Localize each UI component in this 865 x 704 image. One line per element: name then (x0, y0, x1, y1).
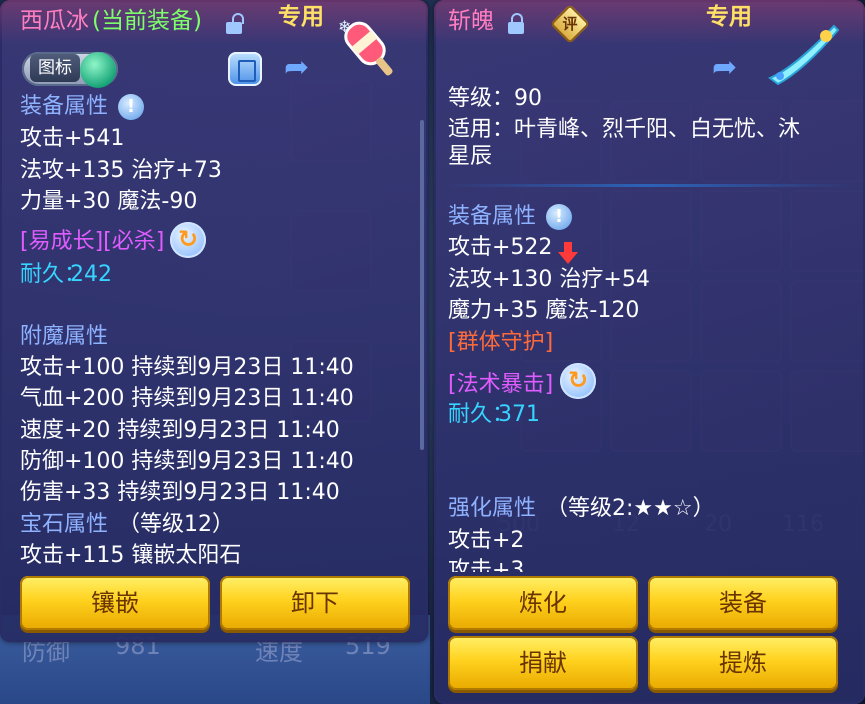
icon-toggle[interactable]: 图标 (22, 52, 118, 88)
attr-line: 魔力+35 魔法-120 (448, 298, 640, 323)
inlay-button[interactable]: 镶嵌 (20, 576, 210, 630)
scrollbar[interactable] (420, 120, 424, 450)
attr-line: 法攻+130 治疗+54 (448, 267, 650, 292)
item-name: 斩魄 (448, 8, 494, 34)
compare-item-panel: 斩魄 评 专用 ➦ 等级：90 适用：叶青峰、烈千阳、白无忧、沐 星辰 装备属性… (434, 0, 865, 704)
share-icon[interactable]: ➦ (712, 53, 746, 83)
book-icon[interactable] (228, 52, 262, 86)
attr-line: 攻击+541 (20, 126, 125, 151)
info-icon[interactable]: ! (546, 204, 572, 230)
enchant-line: 伤害+33 持续到9月23日 11:40 (20, 480, 340, 505)
info-icon[interactable]: ! (118, 94, 144, 120)
divider (444, 184, 854, 187)
attribute-scroll-area[interactable]: 装备属性 ! 攻击+541 法攻+135 治疗+73 力量+30 魔法-90 [… (0, 88, 428, 570)
toggle-knob (80, 52, 116, 88)
section-equip-attr: 装备属性 (20, 94, 109, 119)
durability-value: 242 (70, 262, 112, 287)
equip-button[interactable]: 装备 (648, 576, 838, 630)
level-line: 等级：90 (448, 86, 542, 111)
ice-lolly-item-icon: ❄ (338, 17, 393, 76)
enchant-line: 攻击+100 持续到9月23日 11:40 (20, 355, 354, 380)
refresh-icon[interactable]: ↻ (170, 222, 206, 258)
donate-button[interactable]: 捐献 (448, 636, 638, 690)
enhance-line: 攻击+2 (448, 528, 525, 553)
gem-level: （等级12） (118, 512, 234, 537)
equip-status: (当前装备) (92, 8, 202, 34)
enhance-line: 攻击+3 (448, 558, 525, 572)
equipped-item-panel: 西瓜冰 (当前装备) 专用 ❄ 图标 ➦ 装备属性 ! 攻击+541 法攻+13… (0, 0, 428, 642)
lock-icon[interactable] (508, 13, 524, 34)
enchant-line: 防御+100 持续到9月23日 11:40 (20, 449, 354, 474)
svg-text:❄: ❄ (338, 17, 351, 36)
unequip-button[interactable]: 卸下 (220, 576, 410, 630)
share-icon[interactable]: ➦ (284, 53, 318, 83)
special-effects: [易成长][必杀] (20, 229, 165, 254)
enchant-line: 速度+20 持续到9月23日 11:40 (20, 418, 340, 443)
section-enchant-attr: 附魔属性 (20, 324, 109, 349)
suitable-line: 适用：叶青峰、烈千阳、白无忧、沐 (448, 117, 801, 142)
exclusive-label: 专用 (706, 4, 752, 30)
section-gem-attr: 宝石属性 (20, 512, 109, 537)
enchant-line: 气血+200 持续到9月23日 11:40 (20, 386, 354, 411)
gem-line: 攻击+115 镶嵌太阳石 (20, 543, 242, 568)
item-name: 西瓜冰 (20, 8, 89, 34)
sword-item-icon (768, 24, 840, 86)
attr-line: 力量+30 魔法-90 (20, 189, 198, 214)
durability-value: 371 (498, 402, 540, 427)
section-enhance-attr: 强化属性 (448, 496, 537, 521)
attr-line: 法攻+135 治疗+73 (20, 158, 222, 183)
unlock-icon[interactable] (226, 13, 244, 34)
section-equip-attr: 装备属性 (448, 204, 537, 229)
special-effect: [群体守护] (448, 330, 554, 355)
extract-button[interactable]: 提炼 (648, 636, 838, 690)
exclusive-label: 专用 (278, 4, 324, 30)
refresh-icon[interactable]: ↻ (560, 363, 596, 399)
enhance-level: （等级2:★★☆） (546, 496, 715, 521)
ping-label: 评 (562, 15, 578, 33)
ping-icon[interactable]: 评 (550, 4, 590, 44)
refine-button[interactable]: 炼化 (448, 576, 638, 630)
attribute-scroll-area[interactable]: 等级：90 适用：叶青峰、烈千阳、白无忧、沐 星辰 装备属性 ! 攻击+522 … (434, 80, 865, 572)
suitable-line: 星辰 (448, 144, 493, 169)
special-effect: [法术暴击] (448, 372, 554, 397)
attr-line: 攻击+522 (448, 235, 553, 260)
arrow-down-icon (558, 242, 578, 264)
toggle-label: 图标 (30, 54, 80, 82)
